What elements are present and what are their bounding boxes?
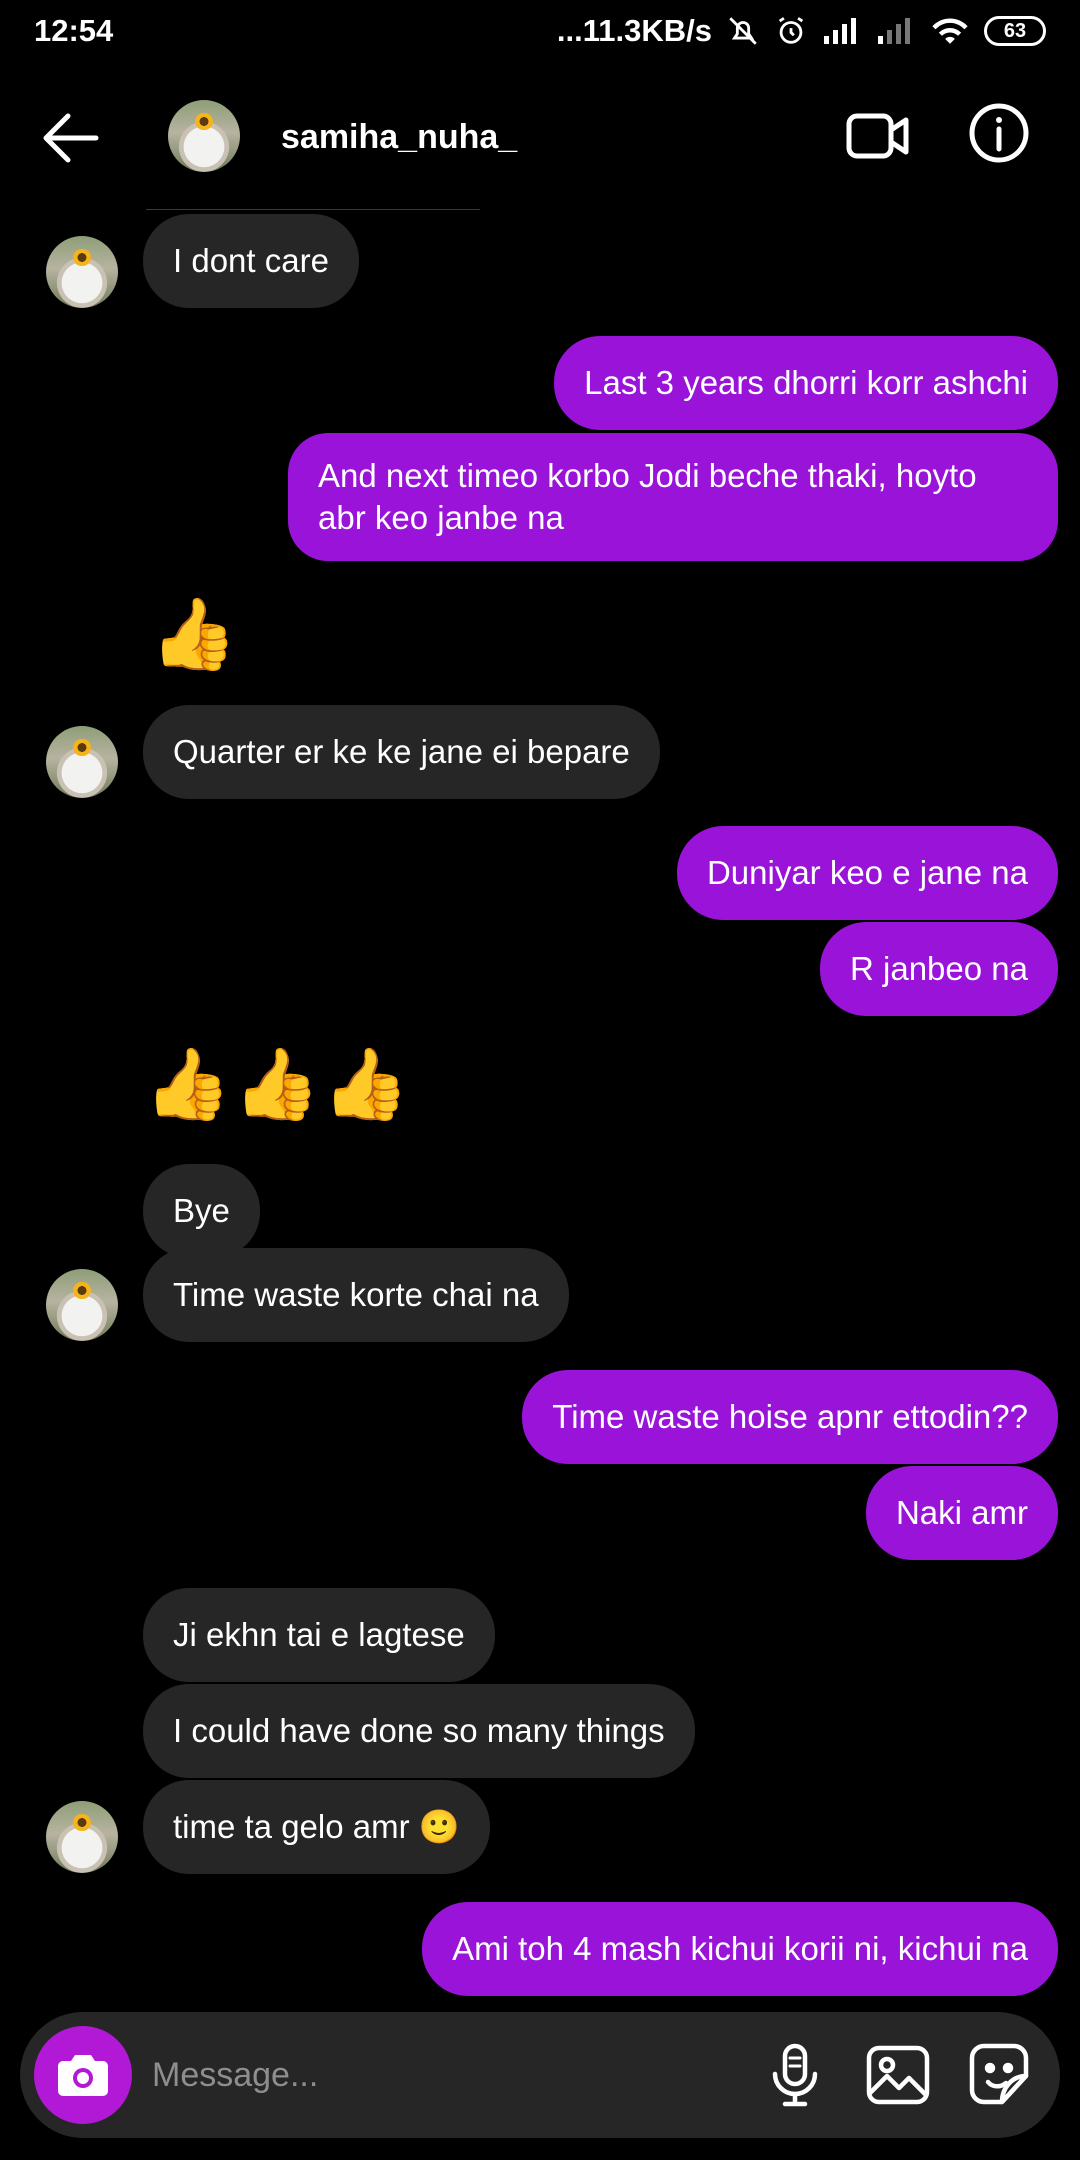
incoming-message[interactable]: Ji ekhn tai e lagtese [143,1588,495,1682]
mute-icon [729,17,757,45]
chat-username[interactable]: samiha_nuha_ [281,118,517,157]
network-speed: ...11.3KB/s [556,13,712,48]
outgoing-message[interactable]: R janbeo na [820,922,1058,1016]
back-arrow-icon[interactable] [40,110,100,166]
chat-header: samiha_nuha_ [0,80,1080,195]
sender-avatar[interactable] [46,1269,118,1341]
incoming-message[interactable]: Quarter er ke ke jane ei bepare [143,705,660,799]
camera-button[interactable] [34,2026,132,2124]
sticker-icon[interactable] [964,2040,1034,2110]
message-composer [20,2012,1060,2138]
message-input[interactable] [152,2042,732,2108]
thumbs-up-reactions[interactable]: 👍👍👍 [144,1044,411,1124]
wifi-icon [932,18,968,44]
incoming-message[interactable]: time ta gelo amr 🙂 [143,1780,490,1874]
sender-avatar[interactable] [46,726,118,798]
status-time: 12:54 [34,13,114,48]
header-avatar[interactable] [168,100,240,172]
outgoing-message[interactable]: Last 3 years dhorri korr ashchi [554,336,1058,430]
video-call-icon[interactable] [846,108,910,164]
signal-weak-icon [878,18,910,44]
alarm-icon [778,17,804,44]
status-icons: ...11.3KB/s 63 [557,13,1046,49]
camera-icon [58,2055,108,2096]
incoming-message[interactable]: I could have done so many things [143,1684,695,1778]
incoming-message[interactable]: Bye [143,1164,260,1258]
battery-indicator: 63 [984,16,1046,46]
message-divider [146,209,480,210]
signal-icon [824,18,856,44]
outgoing-message[interactable]: And next timeo korbo Jodi beche thaki, h… [288,433,1058,561]
info-icon[interactable] [968,102,1030,164]
outgoing-message[interactable]: Naki amr [865,1466,1058,1560]
thumbs-up-reaction[interactable]: 👍 [150,594,237,674]
sender-avatar[interactable] [46,236,118,308]
microphone-icon[interactable] [760,2040,830,2110]
status-bar: 12:54 ...11.3KB/s 63 [0,0,1080,62]
outgoing-message[interactable]: Time waste hoise apnr ettodin?? [522,1370,1058,1464]
sender-avatar[interactable] [46,1801,118,1873]
outgoing-message[interactable]: Ami toh 4 mash kichui korii ni, kichui n… [422,1902,1058,1996]
gallery-icon[interactable] [863,2040,933,2110]
incoming-message[interactable]: I dont care [143,214,359,308]
incoming-message[interactable]: Time waste korte chai na [143,1248,569,1342]
outgoing-message[interactable]: Duniyar keo e jane na [676,826,1058,920]
